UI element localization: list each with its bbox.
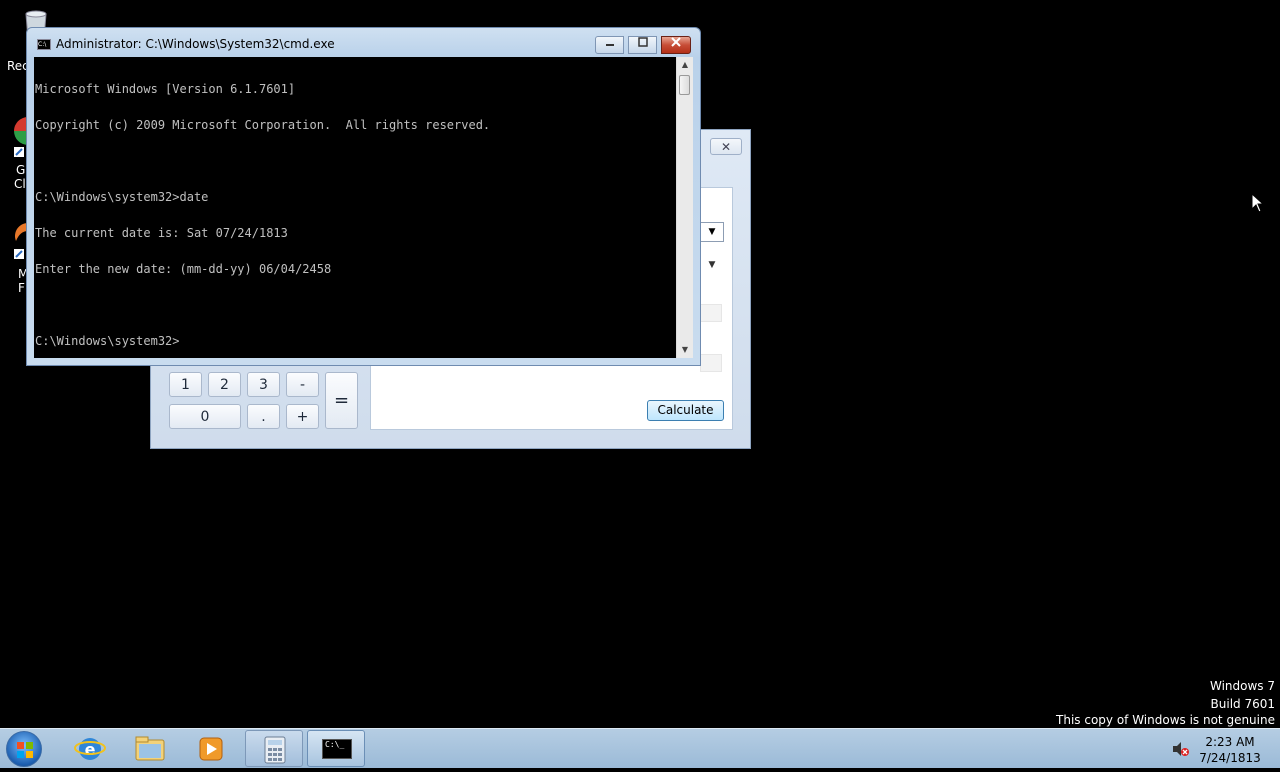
console-line: C:\Windows\system32>date [35, 190, 209, 204]
key-0[interactable]: 0 [169, 404, 241, 429]
chrome-label-2: Cl [14, 177, 26, 191]
key-minus[interactable]: - [286, 372, 319, 397]
minimize-icon [605, 44, 614, 46]
maximize-button[interactable] [628, 36, 657, 54]
taskbar-internet-explorer[interactable]: e [61, 730, 119, 767]
scroll-down-icon[interactable]: ▼ [677, 342, 693, 358]
key-plus[interactable]: + [286, 404, 319, 429]
start-button[interactable] [6, 731, 42, 767]
calculator-close-button[interactable]: ✕ [710, 138, 742, 155]
key-2[interactable]: 2 [208, 372, 241, 397]
calculator-dropdown[interactable]: ▼ [700, 222, 724, 242]
folder-icon [135, 736, 165, 761]
key-decimal[interactable]: . [247, 404, 280, 429]
taskbar-media-player[interactable] [182, 730, 240, 767]
calculator-dropdown-2[interactable]: ▼ [700, 256, 724, 274]
vertical-scrollbar[interactable]: ▲ ▼ [676, 57, 693, 358]
console-line: Microsoft Windows [Version 6.1.7601] [35, 82, 296, 96]
calculator-input-field-2[interactable] [700, 354, 722, 372]
minimize-button[interactable] [595, 36, 624, 54]
key-equals[interactable]: = [325, 372, 358, 429]
cmd-window[interactable]: C:\ Administrator: C:\Windows\System32\c… [26, 27, 701, 366]
taskbar: e C:\_ 2:23 AM 7/24/1813 [0, 728, 1280, 768]
command-prompt-icon: C:\_ [322, 739, 352, 759]
internet-explorer-icon: e [74, 738, 106, 760]
calculator-icon [264, 736, 286, 764]
watermark-line-1: Windows 7 [1209, 679, 1275, 693]
scroll-thumb[interactable] [679, 75, 690, 95]
command-prompt-icon-text: C:\_ [325, 740, 345, 749]
scroll-up-icon[interactable]: ▲ [677, 57, 693, 73]
key-1[interactable]: 1 [169, 372, 202, 397]
media-player-icon [199, 737, 223, 761]
console-line: Enter the new date: (mm-dd-yy) 06/04/245… [35, 262, 332, 276]
console-prompt: C:\Windows\system32> [35, 334, 180, 348]
watermark-line-2: Build 7601 [1210, 697, 1275, 711]
console-line: The current date is: Sat 07/24/1813 [35, 226, 288, 240]
chrome-label-1: G [16, 163, 26, 177]
cmd-window-icon: C:\ [37, 39, 51, 50]
windows-logo-icon [17, 742, 33, 758]
clock-time: 2:23 AM [1205, 735, 1255, 749]
taskbar-calculator[interactable] [245, 730, 303, 767]
console-line: Copyright (c) 2009 Microsoft Corporation… [35, 118, 491, 132]
clock-date: 7/24/1813 [1199, 751, 1261, 765]
key-3[interactable]: 3 [247, 372, 280, 397]
close-button[interactable] [661, 36, 691, 54]
restore-icon [637, 37, 648, 47]
clock[interactable]: 2:23 AM 7/24/1813 [1197, 734, 1263, 766]
watermark-line-3: This copy of Windows is not genuine [1056, 713, 1275, 727]
mouse-cursor-icon [1251, 192, 1265, 217]
close-icon [671, 37, 681, 47]
firefox-label-2: F [18, 281, 25, 295]
cmd-window-title: Administrator: C:\Windows\System32\cmd.e… [56, 37, 335, 51]
volume-muted-icon[interactable] [1172, 741, 1190, 757]
taskbar-command-prompt[interactable]: C:\_ [307, 730, 365, 767]
calculate-button[interactable]: Calculate [647, 400, 724, 421]
taskbar-windows-explorer[interactable] [121, 730, 179, 767]
calculator-input-field[interactable] [700, 304, 722, 322]
console-output[interactable]: Microsoft Windows [Version 6.1.7601] Cop… [34, 57, 676, 358]
